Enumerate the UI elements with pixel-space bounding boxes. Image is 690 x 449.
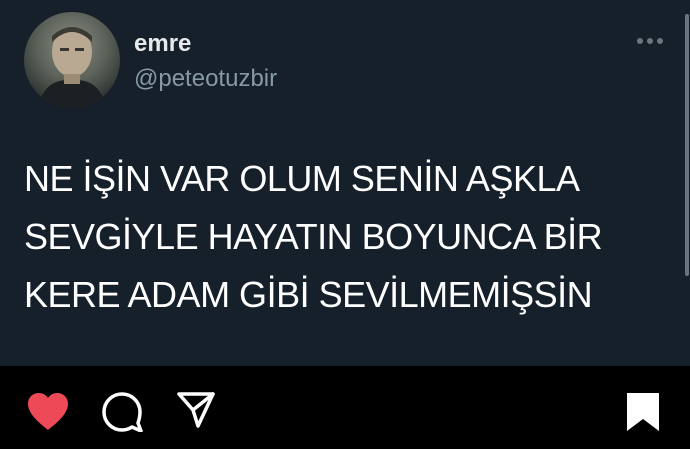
scrollbar[interactable] <box>684 0 690 366</box>
tweet-text-line: SEVGİYLE HAYATIN BOYUNCA BİR <box>24 216 603 257</box>
comment-icon[interactable] <box>101 392 143 432</box>
tweet-text: NE İŞİN VAR OLUM SENİN AŞKLA SEVGİYLE HA… <box>24 150 664 324</box>
tweet-text-line: KERE ADAM GİBİ SEVİLMEMİŞSİN <box>24 274 593 315</box>
scrollbar-thumb[interactable] <box>685 14 689 276</box>
heart-icon[interactable] <box>26 392 70 432</box>
user-handle[interactable]: @peteotuzbir <box>134 65 277 93</box>
more-horizontal-icon[interactable] <box>636 34 664 48</box>
tweet-screenshot-card: emre @peteotuzbir NE İŞİN VAR OLUM SENİN… <box>0 0 690 366</box>
avatar-photo <box>38 27 106 108</box>
tweet-text-line: NE İŞİN VAR OLUM SENİN AŞKLA <box>24 158 580 199</box>
bookmark-icon[interactable] <box>625 391 661 433</box>
avatar[interactable] <box>24 12 120 108</box>
display-name[interactable]: emre <box>134 30 191 58</box>
share-paper-plane-icon[interactable] <box>176 390 216 430</box>
